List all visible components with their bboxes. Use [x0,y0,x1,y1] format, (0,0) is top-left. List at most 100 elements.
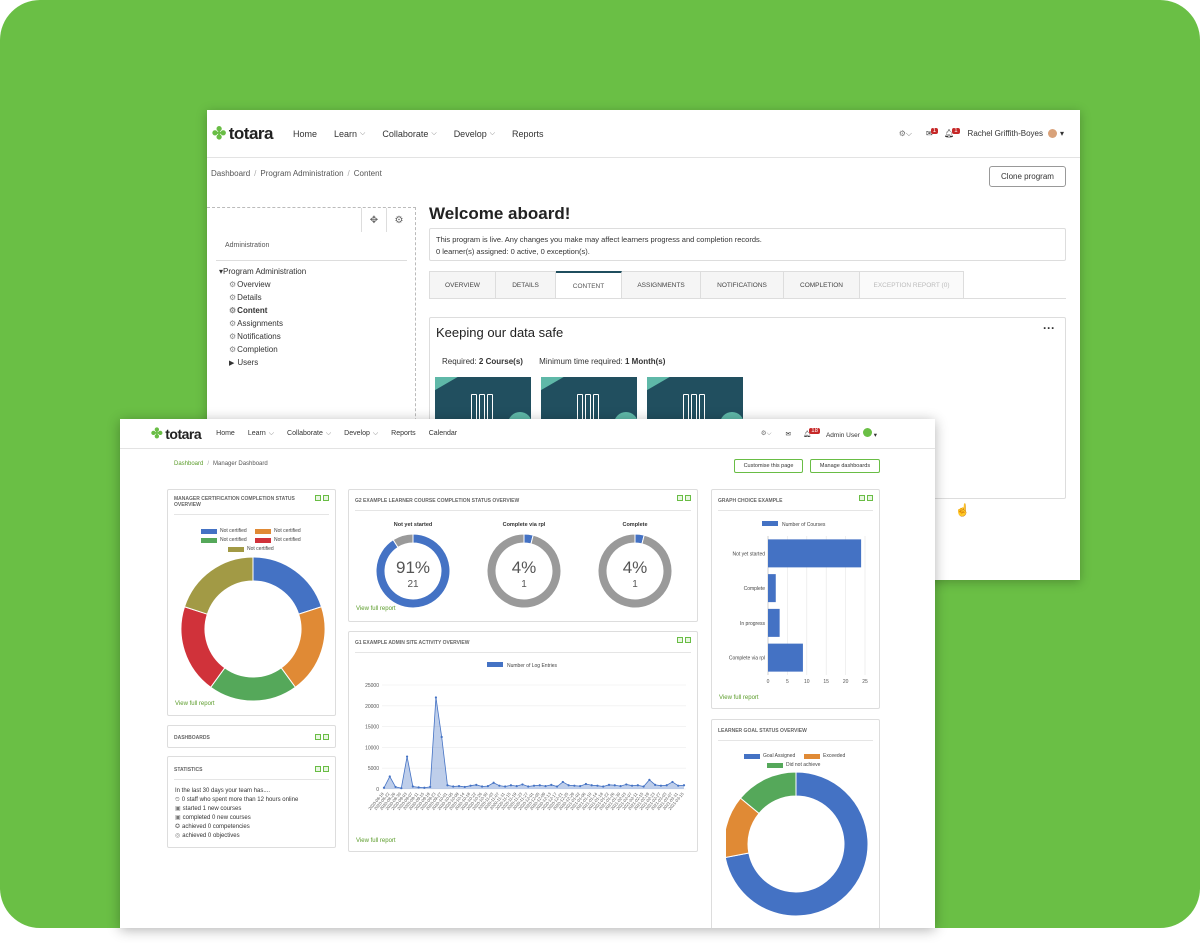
leaf-icon: ✤ [151,425,163,441]
user-menu[interactable]: Admin User ▾ [826,428,877,439]
donut-percent: 4% [512,558,537,577]
donut-label: Complete [622,522,647,528]
nav-learn[interactable]: Learn ⌵ [334,129,365,139]
chevron-down-icon: ⌵ [431,129,437,137]
data-point [394,785,397,789]
nav-reports[interactable]: Reports [512,129,544,139]
tab-notifications[interactable]: NOTIFICATIONS [701,271,784,299]
statistics-block: STATISTICS In the last 30 days your team… [167,756,336,848]
view-full-report-link[interactable]: View full report [719,695,759,701]
nav-collaborate[interactable]: Collaborate ⌵ [382,129,436,139]
data-point [527,785,530,788]
leaf-icon: ✤ [212,123,226,143]
legend-item: Not certified [255,528,301,534]
tree-program-administration[interactable]: ▾Program Administration [219,265,306,278]
block-title: DASHBOARDS [174,735,210,741]
block-controls[interactable] [859,495,873,501]
gear-icon[interactable]: ⚙⌵ [899,129,912,139]
tree-item-users[interactable]: ▶ Users [219,356,306,370]
tab-completion[interactable]: COMPLETION [784,271,860,299]
customise-page-button[interactable]: Customise this page [734,459,803,473]
data-point [417,786,420,789]
gear-icon: ⚙ [229,293,237,302]
tab-content[interactable]: CONTENT [556,271,622,299]
data-point [648,778,651,781]
nav-develop[interactable]: Develop ⌵ [344,430,378,438]
tree-item-completion[interactable]: ⚙Completion [219,343,306,356]
view-full-report-link[interactable]: View full report [356,838,396,844]
nav-calendar[interactable]: Calendar [429,430,457,437]
block-controls[interactable] [677,637,691,643]
goal-status-block: LEARNER GOAL STATUS OVERVIEW Goal Assign… [711,719,880,928]
nav-collaborate[interactable]: Collaborate ⌵ [287,430,331,438]
breadcrumb-dashboard[interactable]: Dashboard [211,169,250,178]
message-count-badge: 1 [930,128,939,134]
messages-icon[interactable]: ✉1 [926,128,940,138]
data-point [504,785,507,788]
donut-percent: 4% [623,558,648,577]
block-title: G1 EXAMPLE ADMIN SITE ACTIVITY OVERVIEW [355,640,470,646]
block-controls[interactable] [315,734,329,740]
admin-tree: ▾Program Administration ⚙Overview ⚙Detai… [219,265,306,370]
chevron-down-icon: ⌵ [360,129,366,137]
bell-icon[interactable]: 🔔︎18 [803,427,822,438]
block-title: STATISTICS [174,767,203,773]
view-full-report-link[interactable]: View full report [175,701,215,707]
tab-exception-report: EXCEPTION REPORT (0) [860,271,964,299]
caret-right-icon: ▶ [229,360,235,367]
data-point [573,784,576,787]
gear-icon[interactable]: ⚙ [386,208,411,232]
completion-donuts: Not yet started 91% 21 Complete via rpl 4% 1 C… [375,522,673,609]
tree-item-notifications[interactable]: ⚙Notifications [219,330,306,343]
data-point [434,696,438,699]
block-title: GRAPH CHOICE EXAMPLE [718,498,783,504]
totara-logo[interactable]: ✤ totara [212,124,273,144]
program-live-notice: This program is live. Any changes you ma… [429,228,1066,261]
nav-home[interactable]: Home [216,430,235,437]
tree-item-details[interactable]: ⚙Details [219,291,306,304]
nav-develop[interactable]: Develop ⌵ [454,129,495,139]
cert-donut-chart [180,556,326,702]
tree-item-assignments[interactable]: ⚙Assignments [219,317,306,330]
breadcrumb-program-admin[interactable]: Program Administration [260,169,343,178]
data-point [590,784,593,787]
move-icon[interactable]: ✥ [361,208,386,232]
clone-program-button[interactable]: Clone program [989,166,1066,187]
tab-details[interactable]: DETAILS [496,271,556,299]
manage-dashboards-button[interactable]: Manage dashboards [810,459,880,473]
data-point [475,783,478,786]
tab-assignments[interactable]: ASSIGNMENTS [622,271,701,299]
data-point [405,755,409,758]
courseset-title: Keeping our data safe [436,325,564,340]
data-point [567,784,570,787]
data-point [423,786,426,789]
gear-icon[interactable]: ⚙⌵ [761,429,772,438]
view-full-report-link[interactable]: View full report [356,606,396,612]
nav-home[interactable]: Home [293,129,317,139]
tree-item-overview[interactable]: ⚙Overview [219,278,306,291]
bar [768,608,780,637]
breadcrumb-dashboard[interactable]: Dashboard [174,461,203,467]
chevron-down-icon: ⌵ [372,429,379,437]
totara-logo[interactable]: ✤ totara [151,425,202,442]
data-point [619,784,622,788]
divider [355,652,691,653]
legend-item: Not certified [255,537,301,543]
messages-icon[interactable]: ✉ [786,430,791,438]
nav-learn[interactable]: Learn ⌵ [248,430,274,438]
bell-icon[interactable]: 🔔︎1 [944,128,962,138]
gear-icon: ⚙ [229,319,237,328]
data-point [469,784,472,787]
block-controls[interactable] [315,495,329,501]
data-point [642,785,645,788]
block-controls[interactable] [315,766,329,772]
block-controls[interactable] [677,495,691,501]
user-menu[interactable]: Rachel Griffith-Boyes ▾ [968,129,1064,139]
cert-donut-slice [180,606,226,688]
data-point [625,783,628,786]
tree-item-content[interactable]: ⚙Content [219,304,306,317]
tab-overview[interactable]: OVERVIEW [429,271,496,299]
gear-icon: ⚙ [229,280,237,289]
nav-reports[interactable]: Reports [391,430,416,437]
more-options-icon[interactable]: ··· [1043,321,1055,335]
